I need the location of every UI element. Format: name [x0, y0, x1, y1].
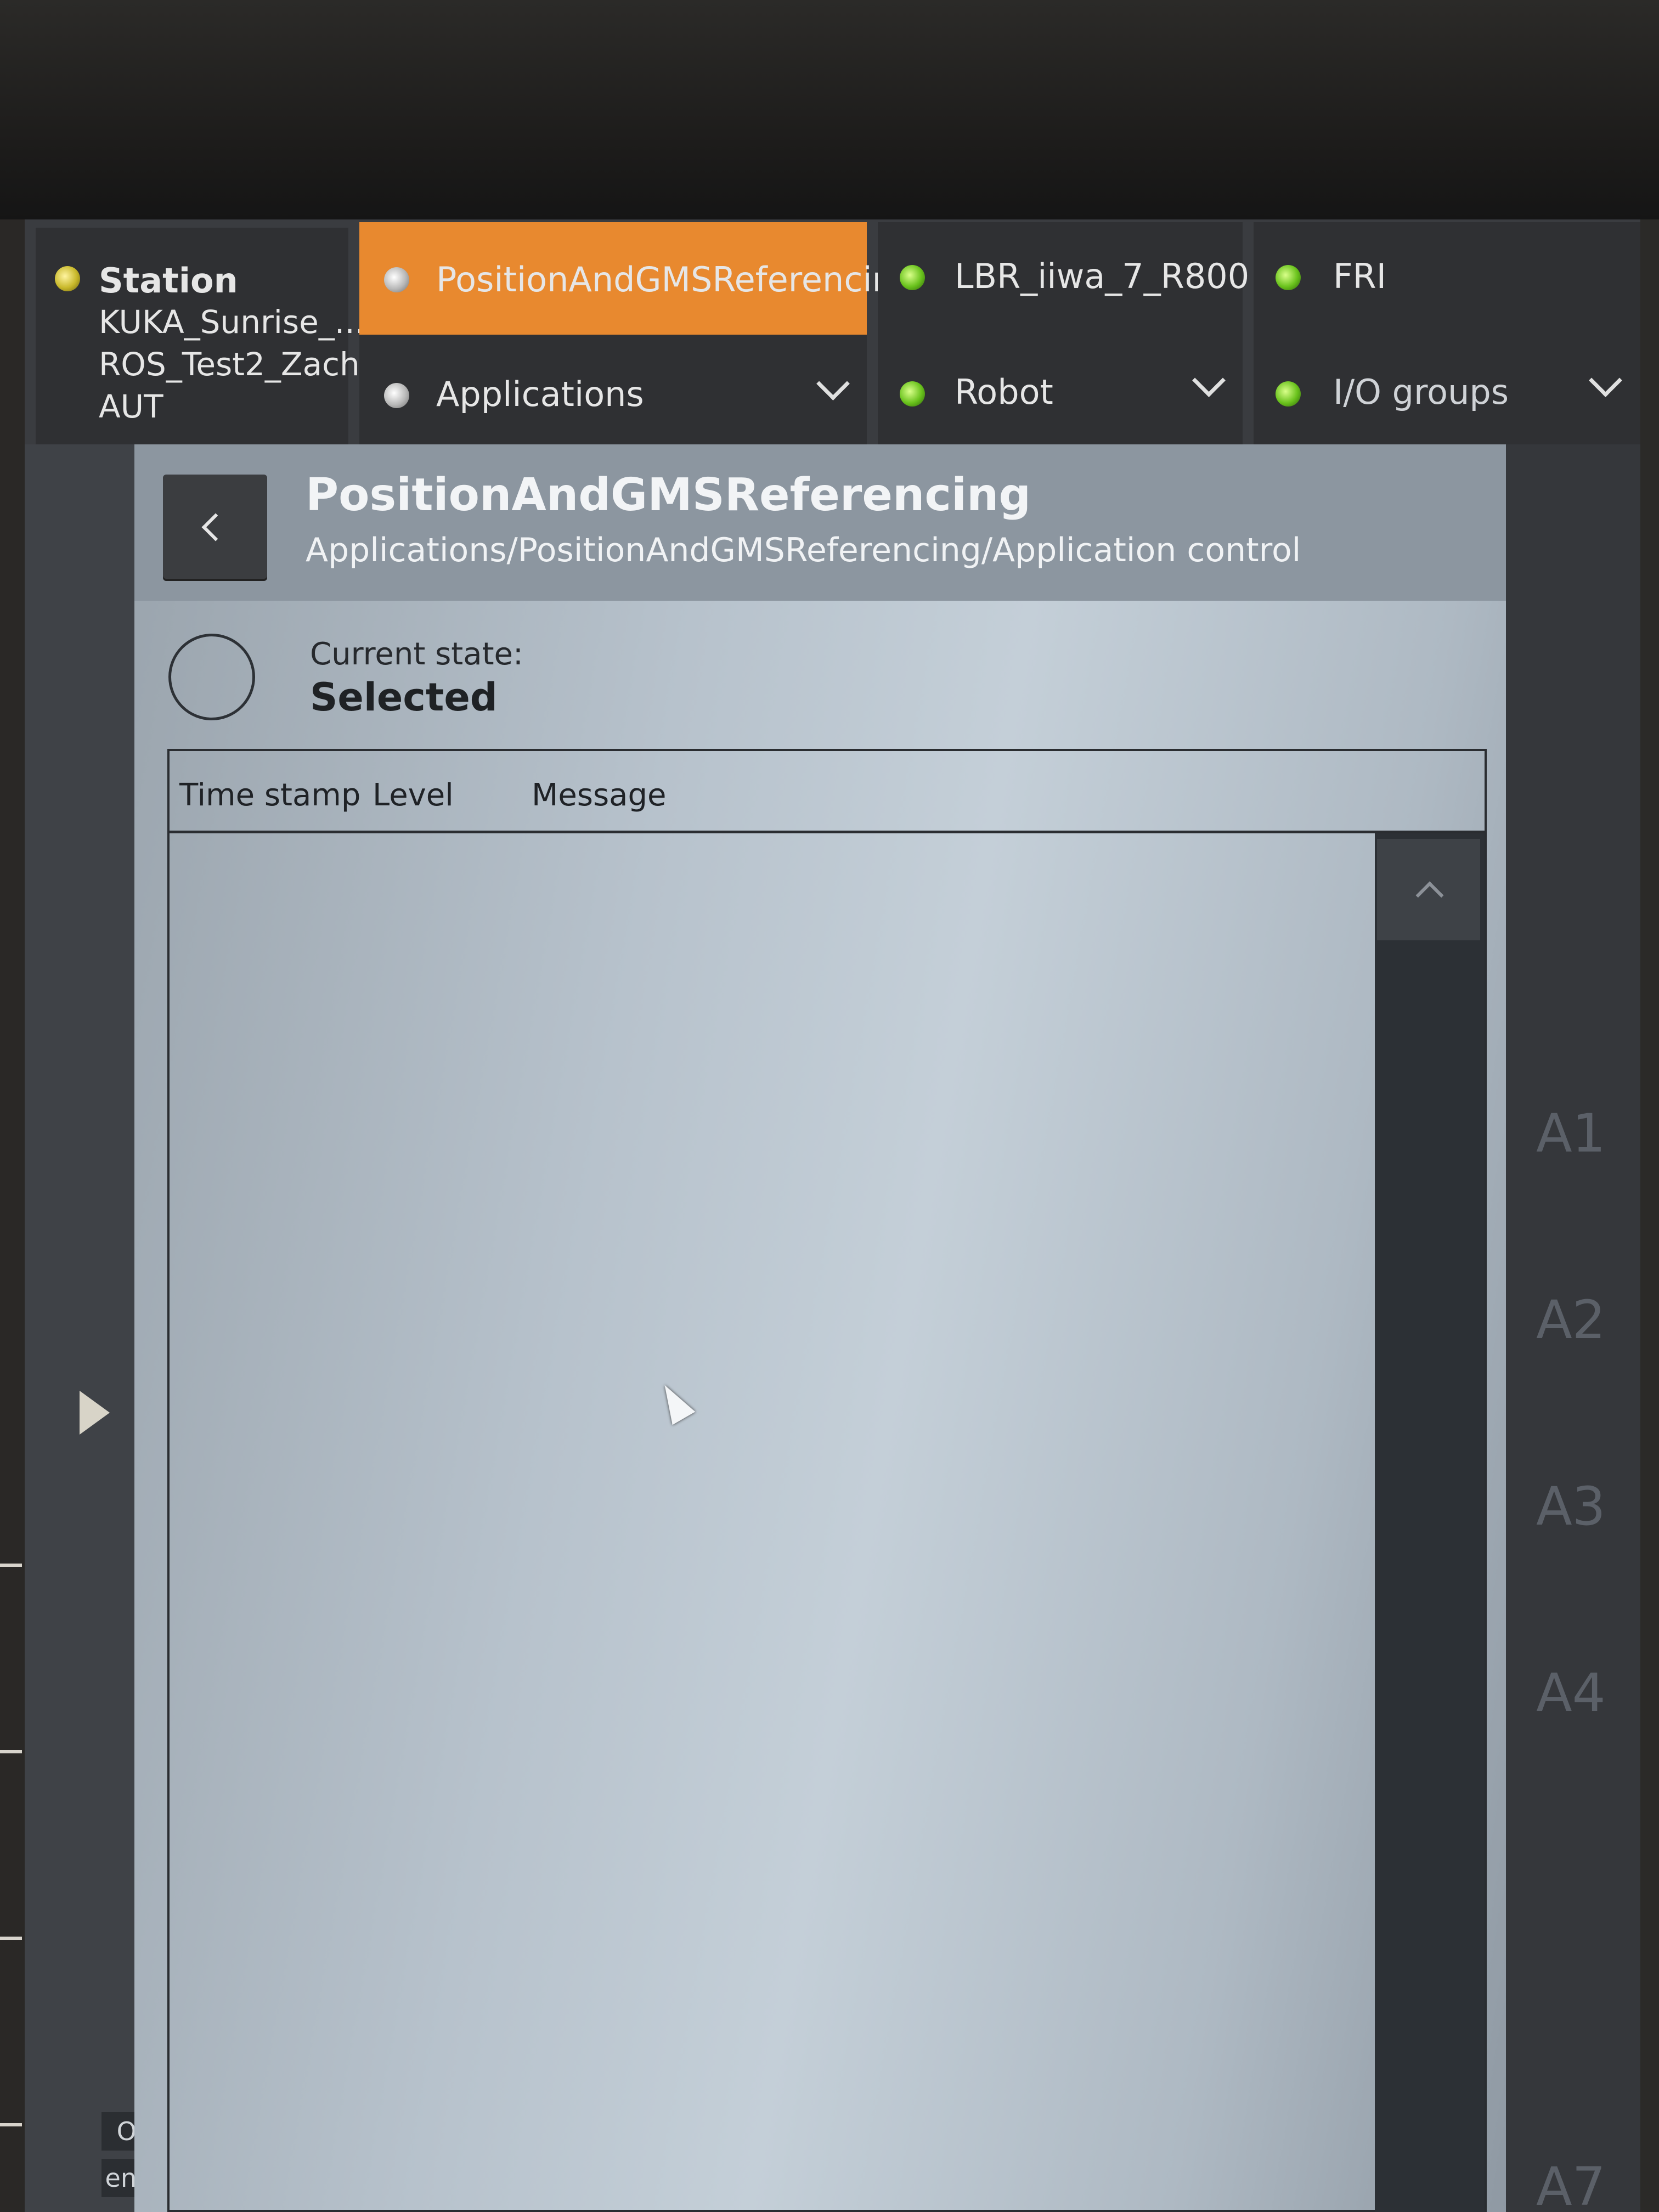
axis-label-a1: A1 [1536, 1103, 1606, 1164]
station-title: Station [99, 261, 238, 301]
io-groups-dropdown[interactable]: I/O groups [1254, 335, 1640, 444]
station-project: ROS_Test2_Zach [99, 346, 360, 383]
station-tile[interactable]: Station KUKA_Sunrise_... ROS_Test2_Zach … [36, 228, 365, 444]
station-status-led [55, 266, 80, 291]
state-label: Current state: [310, 636, 523, 672]
applications-label: Applications [436, 374, 644, 414]
state-indicator-icon [168, 634, 255, 720]
robot-status-led [900, 265, 925, 290]
column-header-level[interactable]: Level [373, 777, 454, 813]
chevron-down-icon [1192, 364, 1226, 397]
axis-label-a2: A2 [1536, 1289, 1606, 1351]
fri-status-led [1276, 265, 1301, 290]
robot-tile[interactable]: LBR_iiwa_7_R800 [878, 222, 1249, 335]
breadcrumb: Applications/PositionAndGMSReferencing/A… [306, 531, 1301, 569]
chevron-up-icon [1415, 881, 1444, 910]
device-bezel-left [0, 219, 25, 2212]
play-icon[interactable] [80, 1391, 110, 1435]
robot-dropdown-led [900, 381, 925, 407]
bezel-tick [0, 1750, 22, 1753]
applications-dropdown[interactable]: Applications [359, 335, 867, 444]
axis-label-a7: A7 [1536, 2156, 1606, 2212]
scroll-up-button[interactable] [1377, 839, 1480, 940]
page-title: PositionAndGMSReferencing [306, 469, 1031, 521]
axis-label-a4: A4 [1536, 1662, 1606, 1724]
io-groups-label: I/O groups [1333, 372, 1509, 412]
chevron-left-icon [201, 513, 230, 541]
fri-label: FRI [1333, 256, 1387, 296]
app-tab[interactable]: PositionAndGMSReferencing [359, 222, 915, 335]
station-controller: KUKA_Sunrise_... [99, 303, 365, 341]
io-groups-led [1276, 381, 1301, 407]
fri-tile[interactable]: FRI [1254, 222, 1640, 335]
axis-label-a3: A3 [1536, 1476, 1606, 1537]
robot-name: LBR_iiwa_7_R800 [955, 256, 1250, 296]
table-body[interactable] [170, 833, 1485, 2212]
bezel-tick [0, 1937, 22, 1940]
robot-dropdown[interactable]: Robot [878, 335, 1243, 444]
device-bezel-right [1640, 219, 1659, 2212]
application-control-panel: PositionAndGMSReferencing Applications/P… [134, 444, 1506, 2212]
bezel-tick [0, 2123, 22, 2126]
message-log-table: Time stamp Level Message [167, 749, 1487, 2212]
table-header: Time stamp Level Message [170, 751, 1485, 833]
device-bezel-top [0, 0, 1659, 219]
robot-dropdown-label: Robot [955, 372, 1053, 412]
panel-header: PositionAndGMSReferencing Applications/P… [134, 444, 1506, 601]
chevron-down-icon [816, 367, 850, 400]
bezel-tick [0, 1564, 22, 1567]
jog-axis-rail: A1 A2 A3 A4 A7 [1506, 444, 1640, 2212]
chevron-down-icon [1589, 364, 1622, 397]
station-mode: AUT [99, 388, 163, 425]
app-tab-label: PositionAndGMSReferencing [436, 259, 916, 300]
back-button[interactable] [163, 475, 267, 579]
left-rail: Opr. en-US [25, 444, 184, 2212]
state-value: Selected [310, 675, 498, 720]
app-status-led [384, 267, 409, 292]
column-header-message[interactable]: Message [532, 777, 666, 813]
column-header-time-stamp[interactable]: Time stamp [179, 777, 360, 813]
scrollbar[interactable] [1375, 833, 1485, 2212]
smartpad-screen: Station KUKA_Sunrise_... ROS_Test2_Zach … [25, 219, 1640, 2212]
applications-status-led [384, 383, 409, 408]
